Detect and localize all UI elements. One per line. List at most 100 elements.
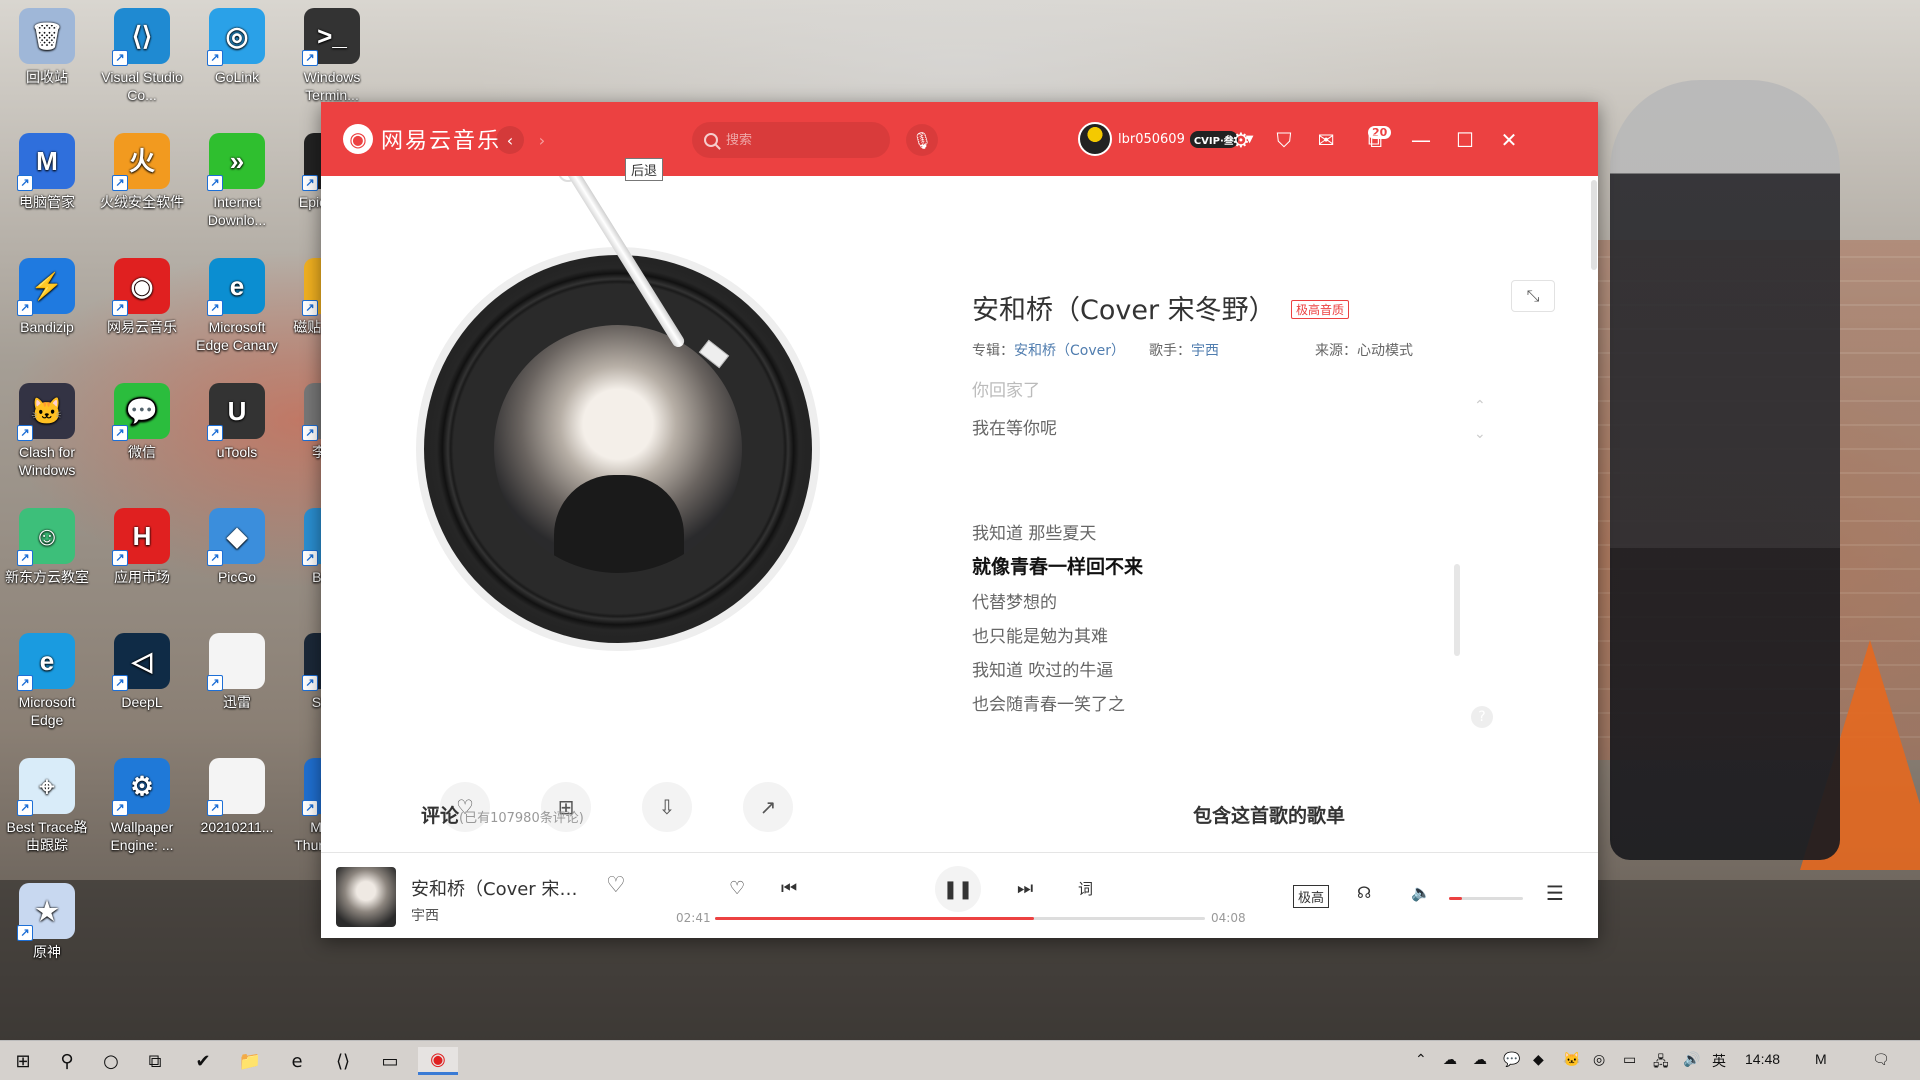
battery-icon[interactable]: ▭: [1623, 1051, 1636, 1068]
messages-button[interactable]: ✉: [1313, 127, 1339, 153]
tray-clash-icon[interactable]: 🐱: [1563, 1051, 1580, 1068]
taskbar-app-edge[interactable]: e: [282, 1047, 312, 1075]
desktop-icon[interactable]: ⚡ ↗ Bandizip: [2, 258, 92, 336]
lyric-line[interactable]: 也只能是勉为其难: [972, 622, 1108, 647]
help-icon[interactable]: ?: [1471, 706, 1493, 728]
artist-link[interactable]: 宇西: [1191, 340, 1219, 360]
task-view-button[interactable]: ⧉: [140, 1047, 170, 1075]
player-song-title[interactable]: 安和桥（Cover 宋冬野）: [411, 875, 591, 901]
share-button[interactable]: ↗: [743, 782, 793, 832]
skin-button[interactable]: ⛉: [1271, 127, 1297, 153]
quality-tag[interactable]: 极高音质: [1291, 300, 1350, 319]
lyric-offset-up-icon[interactable]: ⌃: [1474, 398, 1486, 414]
taskbar-app-explorer[interactable]: 📁: [235, 1047, 265, 1075]
desktop-icon[interactable]: e ↗ Microsoft Edge Canary: [192, 258, 282, 354]
page-scrollbar[interactable]: [1591, 176, 1598, 852]
album-link[interactable]: 安和桥（Cover）: [1014, 340, 1125, 360]
next-button[interactable]: ⏭: [1017, 878, 1033, 899]
tray-pc-manager-icon[interactable]: M: [1815, 1051, 1827, 1067]
settings-button[interactable]: ⚙: [1228, 127, 1254, 153]
source-value[interactable]: 心动模式: [1357, 340, 1413, 360]
desktop-icon[interactable]: ◆ ↗ PicGo: [192, 508, 282, 586]
desktop-icon[interactable]: H ↗ 应用市场: [97, 508, 187, 586]
search-taskbar-button[interactable]: ⚲: [52, 1047, 82, 1075]
lyric-line[interactable]: 我在等你呢: [972, 414, 1057, 439]
taskbar-app-vscode[interactable]: ⟨⟩: [328, 1047, 358, 1075]
tray-onedrive-icon[interactable]: ☁: [1473, 1051, 1487, 1068]
volume-slider[interactable]: [1449, 897, 1523, 900]
desktop-icon[interactable]: ⌖ ↗ Best Trace路由跟踪: [2, 758, 92, 854]
progress-bar[interactable]: [715, 917, 1205, 920]
desktop-icon[interactable]: ⟨⟩ ↗ Visual Studio Co...: [97, 8, 187, 104]
lyric-line[interactable]: 你回家了: [972, 376, 1040, 401]
lyrics-scrollbar[interactable]: [1454, 386, 1460, 786]
cortana-button[interactable]: ○: [96, 1047, 126, 1075]
avatar[interactable]: [1078, 122, 1112, 156]
page-scroll-thumb[interactable]: [1591, 180, 1597, 270]
download-button[interactable]: ⇩: [642, 782, 692, 832]
taskbar-app-netease[interactable]: ◉: [418, 1047, 458, 1075]
player-like-button[interactable]: ♡: [606, 873, 626, 898]
desktop-icon[interactable]: M ↗ 电脑管家: [2, 133, 92, 211]
lyric-line[interactable]: 我知道 吹过的牛逼: [972, 656, 1113, 681]
desktop-icon[interactable]: e ↗ Microsoft Edge: [2, 633, 92, 729]
desktop-icon[interactable]: ↗ 20210211...: [192, 758, 282, 836]
volume-tray-icon[interactable]: 🔊: [1683, 1051, 1700, 1068]
desktop-icon[interactable]: ⚙ ↗ Wallpaper Engine: ...: [97, 758, 187, 854]
notification-center-icon[interactable]: 🗨: [1872, 1051, 1890, 1068]
mini-mode-button[interactable]: ⧉: [1362, 127, 1388, 153]
desktop-icon[interactable]: ☺ ↗ 新东方云教室: [2, 508, 92, 586]
previous-button[interactable]: ⏮: [781, 878, 797, 899]
forward-button[interactable]: ›: [528, 126, 556, 154]
lyric-line[interactable]: 代替梦想的: [972, 588, 1057, 613]
desktop-icon-label: 20210211...: [200, 819, 274, 835]
playlist-button[interactable]: ☰: [1546, 881, 1564, 905]
lyric-offset-down-icon[interactable]: ⌄: [1474, 426, 1486, 442]
collapse-player-button[interactable]: ⤡: [1511, 280, 1555, 312]
clock[interactable]: 14:48: [1745, 1051, 1780, 1067]
desktop-icon[interactable]: 🗑 回收站: [2, 8, 92, 86]
app-logo[interactable]: ◉ 网易云音乐: [343, 123, 501, 155]
search-box[interactable]: [692, 122, 890, 158]
desktop-icon[interactable]: ★ ↗ 原神: [2, 883, 92, 961]
network-icon[interactable]: 🖧: [1653, 1051, 1669, 1075]
input-method-indicator[interactable]: 英: [1712, 1051, 1726, 1071]
desktop-icon[interactable]: 火 ↗ 火绒安全软件: [97, 133, 187, 211]
tray-app-icon[interactable]: ◆: [1533, 1051, 1544, 1068]
desktop-icon[interactable]: » ↗ Internet Downlo...: [192, 133, 282, 229]
lyric-line-current[interactable]: 就像青春一样回不来: [972, 552, 1143, 579]
volume-button[interactable]: 🔈: [1411, 883, 1431, 902]
desktop-icon[interactable]: 💬 ↗ 微信: [97, 383, 187, 461]
pause-button[interactable]: ❚❚: [935, 866, 981, 912]
username[interactable]: lbr050609: [1118, 132, 1185, 147]
tray-wechat-icon[interactable]: 💬: [1503, 1051, 1520, 1068]
minimize-button[interactable]: —: [1408, 127, 1434, 153]
tray-cloud-icon[interactable]: ☁: [1443, 1051, 1457, 1068]
lyrics-scroll-thumb[interactable]: [1454, 564, 1460, 656]
player-album-cover[interactable]: [336, 867, 396, 927]
back-button[interactable]: ‹: [496, 126, 524, 154]
lyric-line[interactable]: 也会随青春一笑了之: [972, 690, 1125, 715]
voice-search-button[interactable]: 🎙: [906, 124, 938, 156]
heartbeat-mode-button[interactable]: ♡: [729, 878, 745, 899]
desktop-icon[interactable]: ◁ ↗ DeepL: [97, 633, 187, 711]
player-artist[interactable]: 宇西: [411, 905, 439, 925]
desktop-icon[interactable]: >_ ↗ Windows Termin...: [287, 8, 377, 104]
start-button[interactable]: ⊞: [8, 1047, 38, 1075]
close-button[interactable]: ✕: [1496, 127, 1522, 153]
taskbar-app-todo[interactable]: ✔: [188, 1047, 218, 1075]
maximize-button[interactable]: ☐: [1452, 127, 1478, 153]
tray-expand-icon[interactable]: ⌃: [1415, 1051, 1427, 1068]
desktop-icon[interactable]: 🐱 ↗ Clash for Windows: [2, 383, 92, 479]
desktop-icon[interactable]: ◎ ↗ GoLink: [192, 8, 282, 86]
lyric-line[interactable]: 我知道 那些夏天: [972, 519, 1096, 544]
ai-dj-button[interactable]: ☊: [1357, 883, 1371, 902]
desktop-icon[interactable]: ↗ 迅雷: [192, 633, 282, 711]
desktop-icon[interactable]: U ↗ uTools: [192, 383, 282, 461]
tray-utools-icon[interactable]: ◎: [1593, 1051, 1605, 1068]
taskbar-app-terminal[interactable]: ▭: [375, 1047, 405, 1075]
desktop-icon[interactable]: ◉ ↗ 网易云音乐: [97, 258, 187, 336]
lyrics-toggle-button[interactable]: 词: [1078, 878, 1093, 899]
quality-button[interactable]: 极高: [1293, 885, 1330, 908]
search-input[interactable]: [726, 132, 876, 148]
